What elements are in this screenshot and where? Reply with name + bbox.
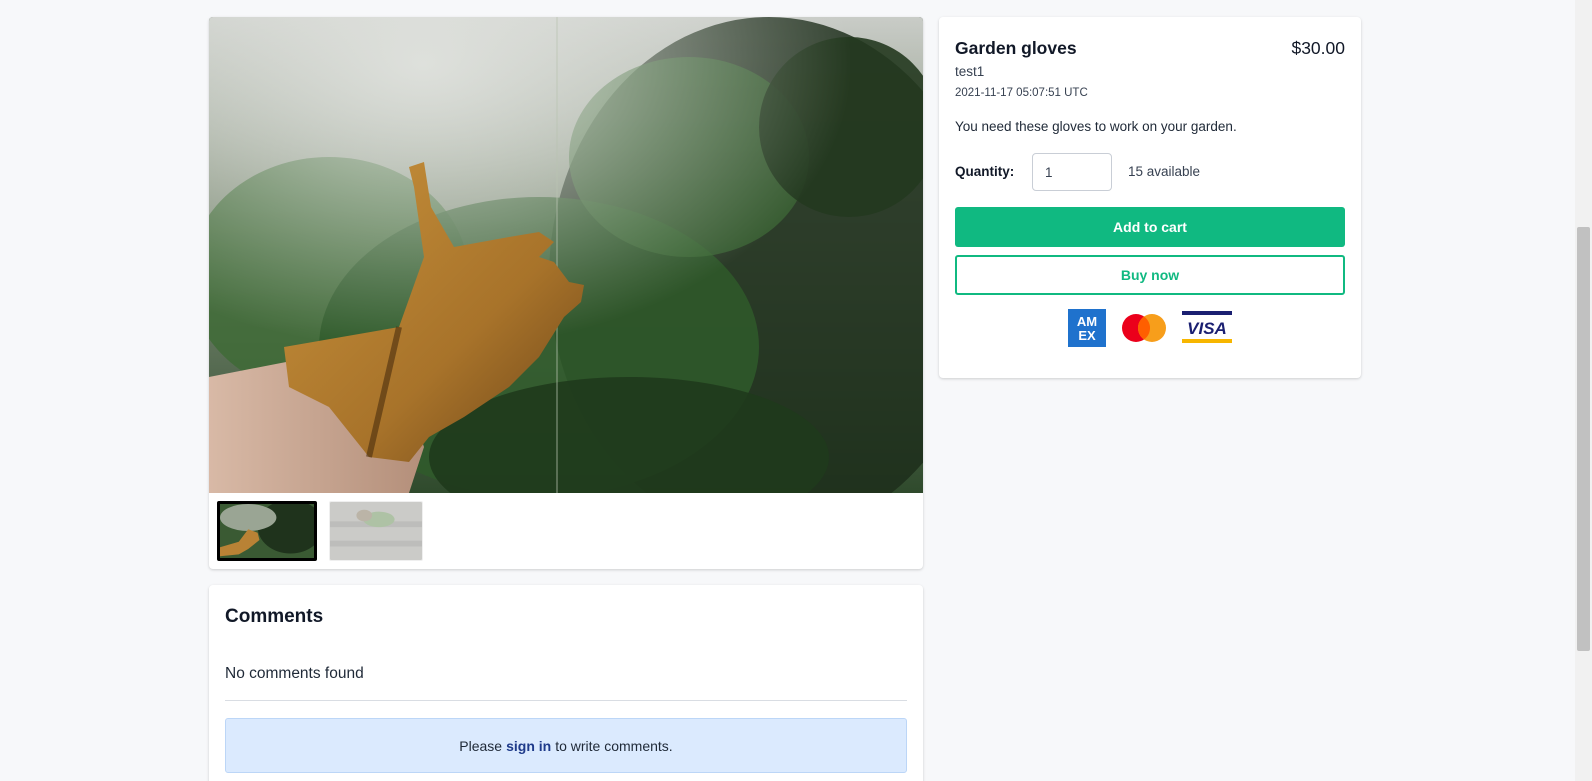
page-scrollbar[interactable] xyxy=(1575,0,1592,781)
product-gallery xyxy=(209,17,923,569)
sign-in-link[interactable]: sign in xyxy=(506,738,551,754)
comments-section: Comments No comments found Please sign i… xyxy=(209,585,923,781)
add-to-cart-button[interactable]: Add to cart xyxy=(955,207,1345,247)
quantity-input[interactable] xyxy=(1032,153,1112,191)
svg-text:EX: EX xyxy=(1078,328,1096,343)
signin-alert: Please sign in to write comments. xyxy=(225,718,907,773)
product-panel: Garden gloves $30.00 test1 2021-11-17 05… xyxy=(939,17,1361,378)
svg-text:VISA: VISA xyxy=(1187,319,1227,338)
product-main-image[interactable] xyxy=(209,17,923,493)
comments-title: Comments xyxy=(225,606,324,627)
product-title: Garden gloves xyxy=(955,38,1077,58)
mastercard-icon xyxy=(1120,313,1168,343)
amex-icon: AM EX xyxy=(1068,309,1106,347)
payment-methods: AM EX VISA xyxy=(939,309,1361,347)
visa-icon: VISA xyxy=(1182,311,1232,345)
product-price: $30.00 xyxy=(1291,38,1345,58)
signin-prefix: Please xyxy=(459,737,503,754)
buy-now-button[interactable]: Buy now xyxy=(955,255,1345,295)
thumbnail-gloved-hand[interactable] xyxy=(217,501,317,561)
quantity-label: Quantity: xyxy=(955,164,1015,179)
product-description: You need these gloves to work on your ga… xyxy=(955,119,1237,134)
thumbnail-garden-tools[interactable] xyxy=(329,501,423,561)
divider xyxy=(225,700,907,701)
scrollbar-thumb[interactable] xyxy=(1577,227,1590,651)
seller-name[interactable]: test1 xyxy=(955,64,984,79)
stock-available: 15 available xyxy=(1128,164,1201,179)
svg-text:AM: AM xyxy=(1077,314,1097,329)
signin-suffix: to write comments. xyxy=(555,737,673,754)
no-comments-message: No comments found xyxy=(225,665,364,682)
listing-timestamp: 2021-11-17 05:07:51 UTC xyxy=(955,87,1088,99)
